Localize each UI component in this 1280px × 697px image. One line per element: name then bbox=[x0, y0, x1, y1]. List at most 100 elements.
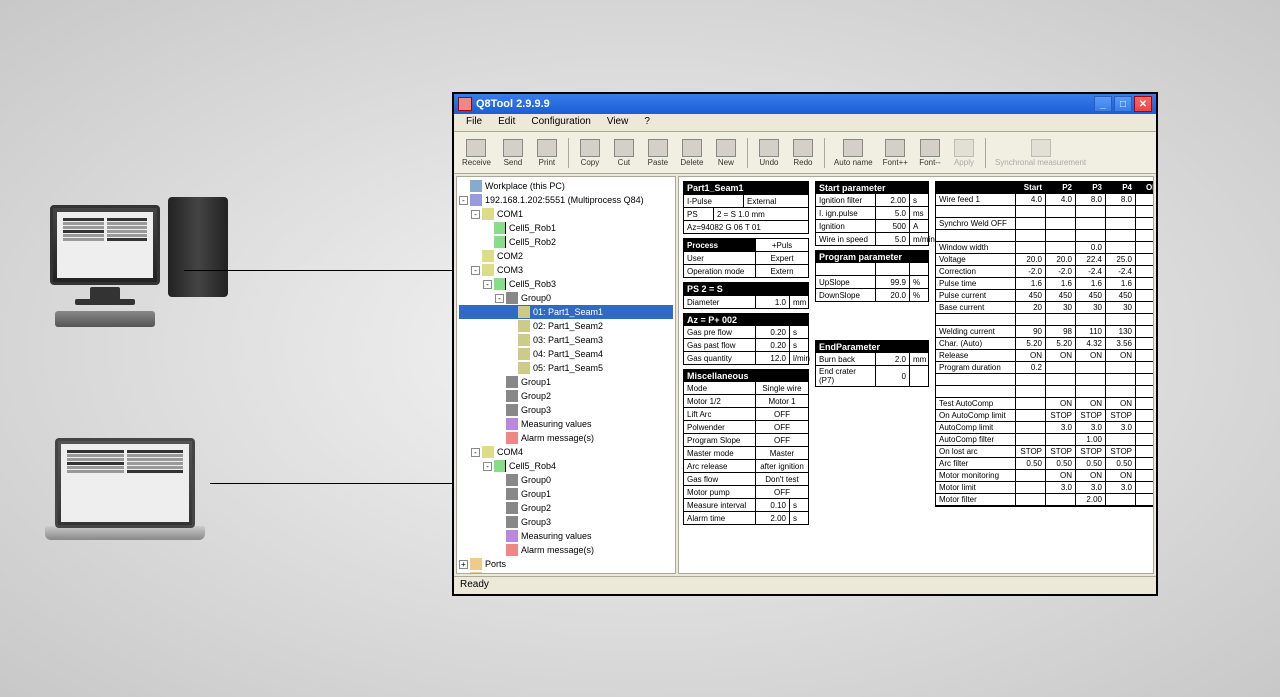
desktop-pc-illustration bbox=[50, 205, 160, 327]
menu-edit[interactable]: Edit bbox=[490, 114, 523, 131]
tree-node[interactable]: Group2 bbox=[459, 501, 673, 515]
tree-expander[interactable]: - bbox=[495, 294, 504, 303]
matrix-row: Pulse current450450450450A bbox=[936, 290, 1154, 302]
matrix-row bbox=[936, 230, 1154, 242]
tree-expander[interactable]: + bbox=[459, 560, 468, 569]
seam-icon bbox=[518, 362, 530, 374]
tool-new[interactable]: New bbox=[710, 137, 742, 169]
param-row: DownSlope20.0% bbox=[816, 288, 928, 301]
tool-copy[interactable]: Copy bbox=[574, 137, 606, 169]
tree-node[interactable]: Group0 bbox=[459, 473, 673, 487]
tool-auto-name[interactable]: Auto name bbox=[830, 137, 877, 169]
tree-node[interactable]: COM2 bbox=[459, 249, 673, 263]
tree-node[interactable]: Group3 bbox=[459, 515, 673, 529]
tree-expander[interactable]: - bbox=[483, 280, 492, 289]
tool-apply[interactable]: Apply bbox=[948, 137, 980, 169]
tree-node[interactable]: +Ports bbox=[459, 557, 673, 571]
window-title: Q8Tool 2.9.9.9 bbox=[476, 98, 550, 110]
tool-redo[interactable]: Redo bbox=[787, 137, 819, 169]
tree-node[interactable]: Workplace (this PC) bbox=[459, 179, 673, 193]
tree-expander[interactable]: - bbox=[471, 448, 480, 457]
tool-synchronal-measurement[interactable]: Synchronal measurement bbox=[991, 137, 1090, 169]
connection-line-laptop bbox=[210, 483, 452, 484]
cell-icon bbox=[494, 460, 506, 472]
app-icon bbox=[458, 97, 472, 111]
param-row: Ignition500A bbox=[816, 219, 928, 232]
close-button[interactable]: ✕ bbox=[1134, 96, 1152, 112]
minimize-button[interactable]: _ bbox=[1094, 96, 1112, 112]
tree-node[interactable]: -COM1 bbox=[459, 207, 673, 221]
param-row: Ignition filter2.00s bbox=[816, 194, 928, 206]
menu-view[interactable]: View bbox=[599, 114, 637, 131]
tree-node[interactable]: -COM3 bbox=[459, 263, 673, 277]
menu-help[interactable]: ? bbox=[636, 114, 658, 131]
param-row: Motor 1/2Motor 1 bbox=[684, 394, 808, 407]
tree-expander[interactable]: - bbox=[459, 196, 468, 205]
tool-receive[interactable]: Receive bbox=[458, 137, 495, 169]
tree-node[interactable]: Alarm message(s) bbox=[459, 431, 673, 445]
tree-node[interactable]: 01: Part1_Seam1 bbox=[459, 305, 673, 319]
tree-node[interactable]: Group3 bbox=[459, 403, 673, 417]
status-text: Ready bbox=[460, 579, 489, 590]
app-window: Q8Tool 2.9.9.9 _ □ ✕ File Edit Configura… bbox=[452, 92, 1158, 596]
tree-node[interactable]: -Group0 bbox=[459, 291, 673, 305]
tree-node[interactable]: Measuring values bbox=[459, 417, 673, 431]
seam-icon bbox=[518, 320, 530, 332]
param-row: Gas quantity12.0l/min bbox=[684, 351, 808, 364]
menu-file[interactable]: File bbox=[458, 114, 490, 131]
matrix-row: On AutoComp limitSTOPSTOPSTOP bbox=[936, 410, 1154, 422]
tool-print[interactable]: Print bbox=[531, 137, 563, 169]
folder-icon bbox=[470, 572, 482, 574]
tree-node[interactable]: -COM4 bbox=[459, 445, 673, 459]
folder-icon bbox=[470, 558, 482, 570]
tool-undo[interactable]: Undo bbox=[753, 137, 785, 169]
tree-node[interactable]: 05: Part1_Seam5 bbox=[459, 361, 673, 375]
param-row: Burn back2.0mm bbox=[816, 353, 928, 365]
param-row: Gas pre flow0.20s bbox=[684, 326, 808, 338]
maximize-button[interactable]: □ bbox=[1114, 96, 1132, 112]
tree-expander[interactable]: - bbox=[483, 462, 492, 471]
tree-expander[interactable]: - bbox=[471, 210, 480, 219]
net-icon bbox=[470, 194, 482, 206]
menu-configuration[interactable]: Configuration bbox=[523, 114, 598, 131]
tool-send[interactable]: Send bbox=[497, 137, 529, 169]
tree-node[interactable]: -Cell5_Rob4 bbox=[459, 459, 673, 473]
tool-cut[interactable]: Cut bbox=[608, 137, 640, 169]
tool-delete[interactable]: Delete bbox=[676, 137, 708, 169]
tree-node[interactable]: 03: Part1_Seam3 bbox=[459, 333, 673, 347]
tree-node[interactable]: Cell5_Rob2 bbox=[459, 235, 673, 249]
seam-icon bbox=[518, 348, 530, 360]
start-param-block: Start parameter Ignition filter2.00sI. i… bbox=[815, 181, 929, 246]
matrix-row: Motor limit3.03.03.0A bbox=[936, 482, 1154, 494]
matrix-row: Test AutoCompONONON bbox=[936, 398, 1154, 410]
menubar: File Edit Configuration View ? bbox=[454, 114, 1156, 132]
tree-node[interactable]: Group1 bbox=[459, 375, 673, 389]
tree-node[interactable]: -192.168.1.202:5551 (Multiprocess Q84) bbox=[459, 193, 673, 207]
cell-icon bbox=[494, 278, 506, 290]
meas-icon bbox=[506, 530, 518, 542]
tree-node[interactable]: -Cell5_Rob3 bbox=[459, 277, 673, 291]
tree-node[interactable]: Alarm message(s) bbox=[459, 543, 673, 557]
param-row: Arc releaseafter ignition bbox=[684, 459, 808, 472]
tool-font-[interactable]: Font-- bbox=[914, 137, 946, 169]
tree-node[interactable]: Group2 bbox=[459, 389, 673, 403]
titlebar[interactable]: Q8Tool 2.9.9.9 _ □ ✕ bbox=[454, 94, 1156, 114]
end-param-block: EndParameter Burn back2.0mmEnd crater (P… bbox=[815, 340, 929, 387]
group-icon bbox=[506, 390, 518, 402]
tree-node[interactable]: 04: Part1_Seam4 bbox=[459, 347, 673, 361]
matrix-row: Char. (Auto)5.205.204.323.56V/100A bbox=[936, 338, 1154, 350]
tree-panel[interactable]: Workplace (this PC)-192.168.1.202:5551 (… bbox=[456, 176, 676, 574]
tree-node[interactable]: Measuring values bbox=[459, 529, 673, 543]
seam-icon bbox=[518, 306, 530, 318]
tree-node[interactable]: Surveillance LOG bbox=[459, 571, 673, 574]
tree-node[interactable]: 02: Part1_Seam2 bbox=[459, 319, 673, 333]
matrix-row: Welding current9098110130A bbox=[936, 326, 1154, 338]
matrix-row bbox=[936, 206, 1154, 218]
param-row: Gas flowDon't test bbox=[684, 472, 808, 485]
tree-node[interactable]: Group1 bbox=[459, 487, 673, 501]
tree-node[interactable]: Cell5_Rob1 bbox=[459, 221, 673, 235]
tool-paste[interactable]: Paste bbox=[642, 137, 674, 169]
prog-param-block: Program parameter UpSlope99.9%DownSlope2… bbox=[815, 250, 929, 302]
tool-font-[interactable]: Font++ bbox=[879, 137, 912, 169]
tree-expander[interactable]: - bbox=[471, 266, 480, 275]
